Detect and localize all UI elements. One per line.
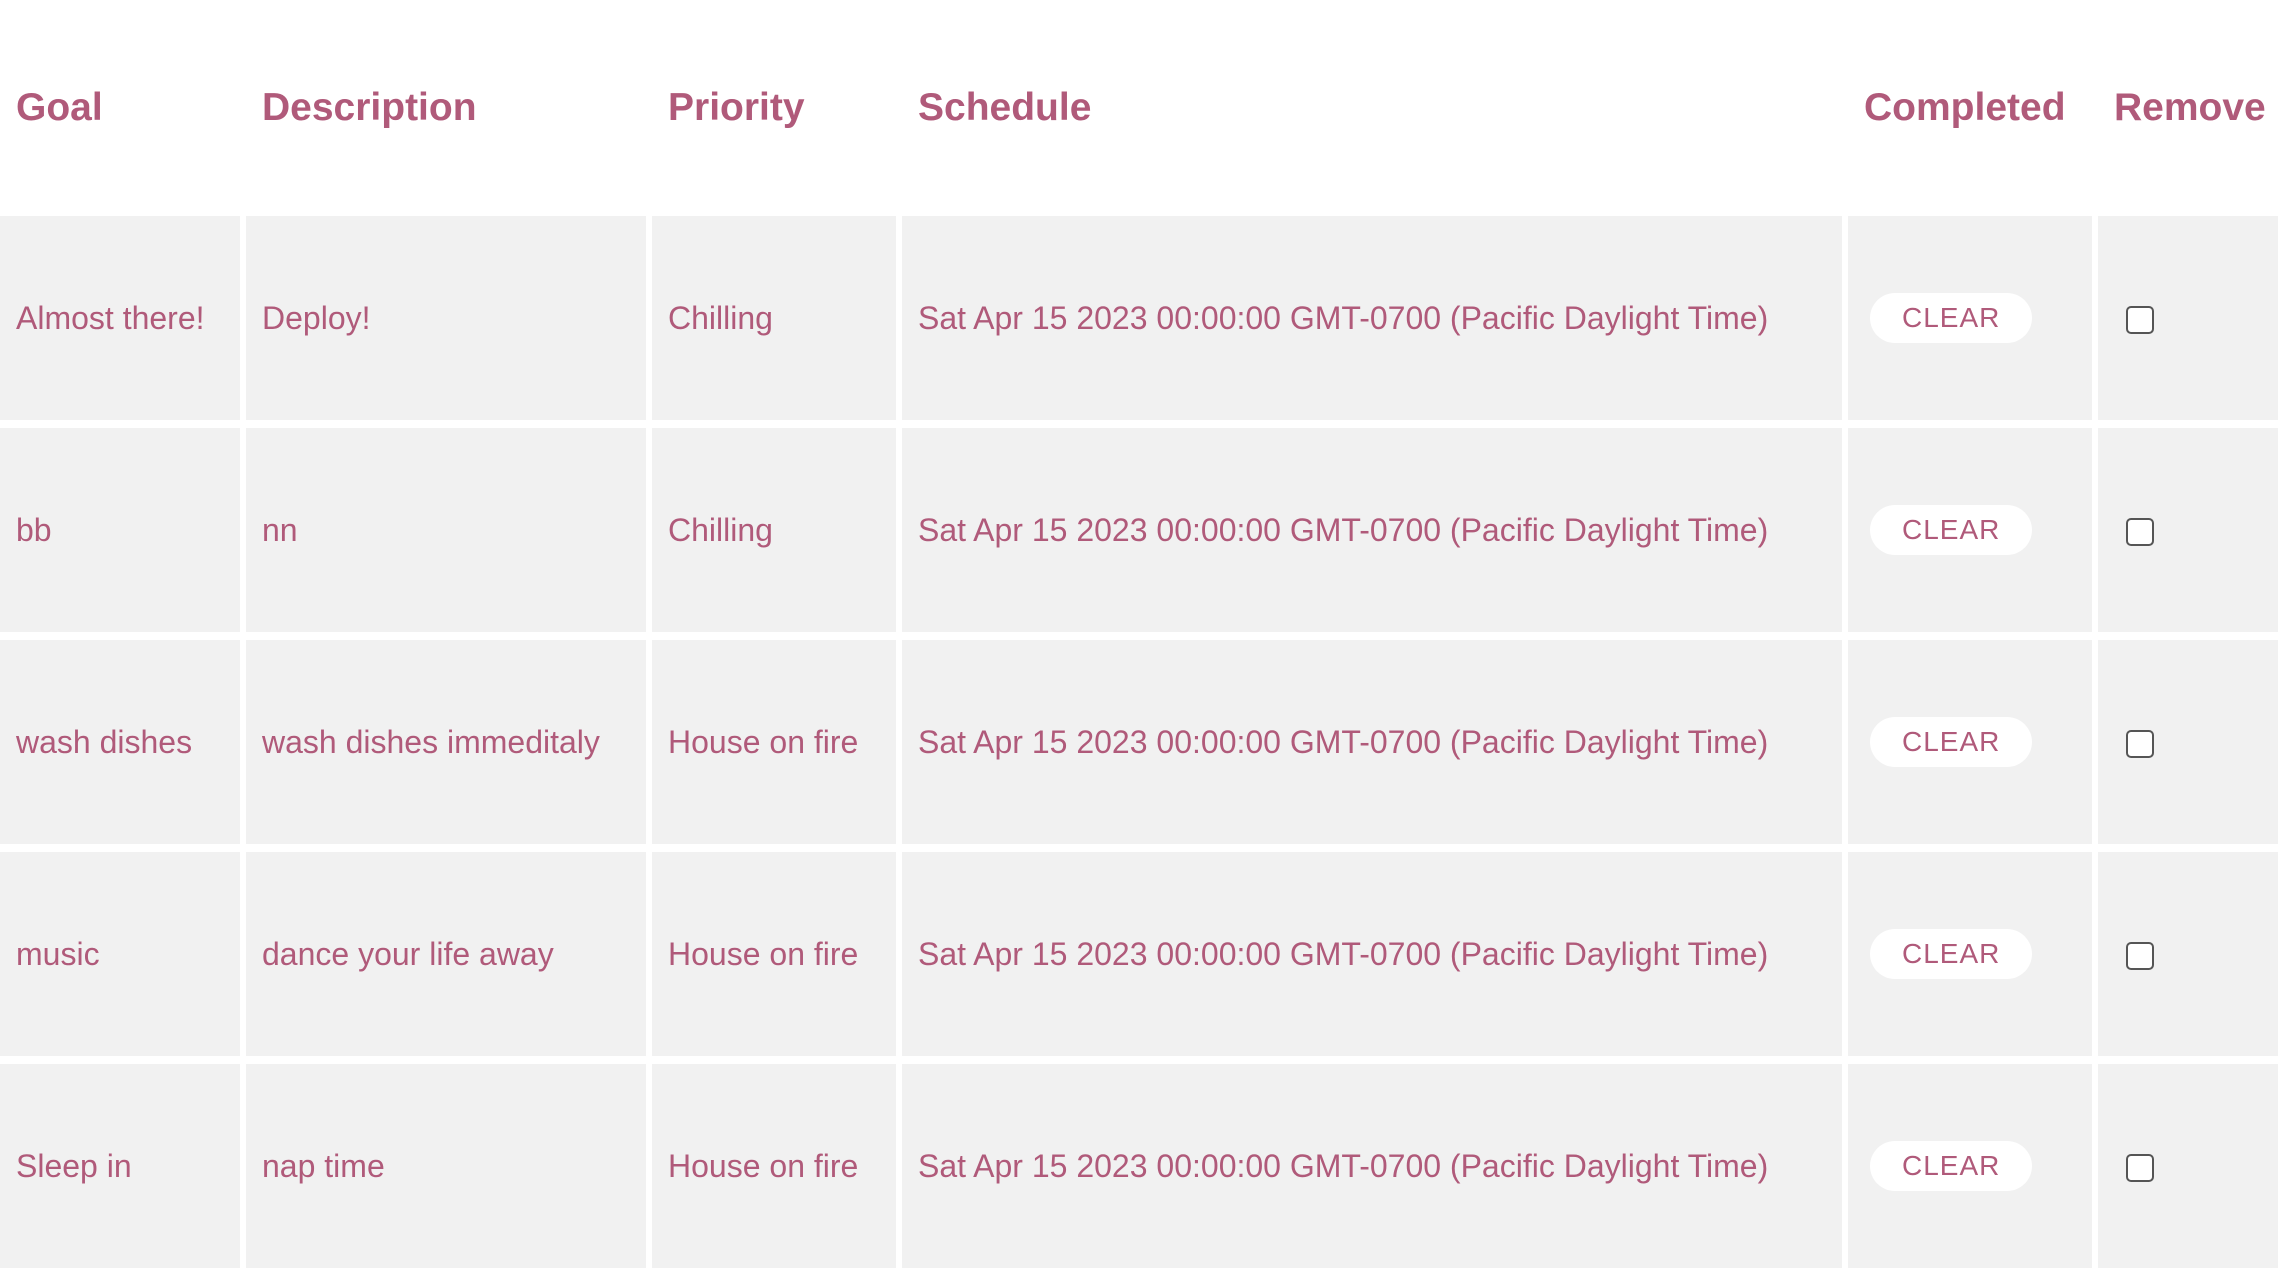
remove-checkbox[interactable] xyxy=(2126,306,2154,335)
header-remove: Remove xyxy=(2098,8,2278,208)
clear-button[interactable]: CLEAR xyxy=(1870,929,2033,979)
clear-button[interactable]: CLEAR xyxy=(1870,505,2033,555)
priority-cell: Chilling xyxy=(652,216,896,420)
description-cell: Deploy! xyxy=(246,216,646,420)
clear-button[interactable]: CLEAR xyxy=(1870,1141,2033,1191)
table-row: Sleep in nap time House on fire Sat Apr … xyxy=(0,1064,2278,1268)
remove-cell xyxy=(2098,216,2278,420)
header-row: Goal Description Priority Schedule Compl… xyxy=(0,8,2278,208)
priority-cell: House on fire xyxy=(652,1064,896,1268)
completed-cell: CLEAR xyxy=(1848,428,2092,632)
clear-button[interactable]: CLEAR xyxy=(1870,717,2033,767)
remove-checkbox[interactable] xyxy=(2126,730,2154,759)
goals-table: Goal Description Priority Schedule Compl… xyxy=(0,0,2278,1276)
header-completed: Completed xyxy=(1848,8,2092,208)
description-cell: nn xyxy=(246,428,646,632)
description-cell: nap time xyxy=(246,1064,646,1268)
remove-checkbox[interactable] xyxy=(2126,942,2154,971)
table-body: Almost there! Deploy! Chilling Sat Apr 1… xyxy=(0,216,2278,1268)
priority-cell: Chilling xyxy=(652,428,896,632)
completed-cell: CLEAR xyxy=(1848,216,2092,420)
completed-cell: CLEAR xyxy=(1848,852,2092,1056)
header-goal: Goal xyxy=(0,8,240,208)
goal-cell: wash dishes xyxy=(0,640,240,844)
remove-checkbox[interactable] xyxy=(2126,518,2154,547)
schedule-cell: Sat Apr 15 2023 00:00:00 GMT-0700 (Pacif… xyxy=(902,852,1842,1056)
table-row: wash dishes wash dishes immeditaly House… xyxy=(0,640,2278,844)
priority-cell: House on fire xyxy=(652,852,896,1056)
table-row: bb nn Chilling Sat Apr 15 2023 00:00:00 … xyxy=(0,428,2278,632)
completed-cell: CLEAR xyxy=(1848,640,2092,844)
clear-button[interactable]: CLEAR xyxy=(1870,293,2033,343)
goal-cell: Sleep in xyxy=(0,1064,240,1268)
description-cell: wash dishes immeditaly xyxy=(246,640,646,844)
remove-checkbox[interactable] xyxy=(2126,1154,2154,1183)
header-priority: Priority xyxy=(652,8,896,208)
priority-cell: House on fire xyxy=(652,640,896,844)
goal-cell: music xyxy=(0,852,240,1056)
description-cell: dance your life away xyxy=(246,852,646,1056)
remove-cell xyxy=(2098,640,2278,844)
schedule-cell: Sat Apr 15 2023 00:00:00 GMT-0700 (Pacif… xyxy=(902,640,1842,844)
completed-cell: CLEAR xyxy=(1848,1064,2092,1268)
table-header: Goal Description Priority Schedule Compl… xyxy=(0,8,2278,208)
table-row: music dance your life away House on fire… xyxy=(0,852,2278,1056)
remove-cell xyxy=(2098,1064,2278,1268)
goal-cell: Almost there! xyxy=(0,216,240,420)
schedule-cell: Sat Apr 15 2023 00:00:00 GMT-0700 (Pacif… xyxy=(902,428,1842,632)
header-description: Description xyxy=(246,8,646,208)
header-schedule: Schedule xyxy=(902,8,1842,208)
remove-cell xyxy=(2098,428,2278,632)
goal-cell: bb xyxy=(0,428,240,632)
schedule-cell: Sat Apr 15 2023 00:00:00 GMT-0700 (Pacif… xyxy=(902,216,1842,420)
remove-cell xyxy=(2098,852,2278,1056)
table-row: Almost there! Deploy! Chilling Sat Apr 1… xyxy=(0,216,2278,420)
schedule-cell: Sat Apr 15 2023 00:00:00 GMT-0700 (Pacif… xyxy=(902,1064,1842,1268)
